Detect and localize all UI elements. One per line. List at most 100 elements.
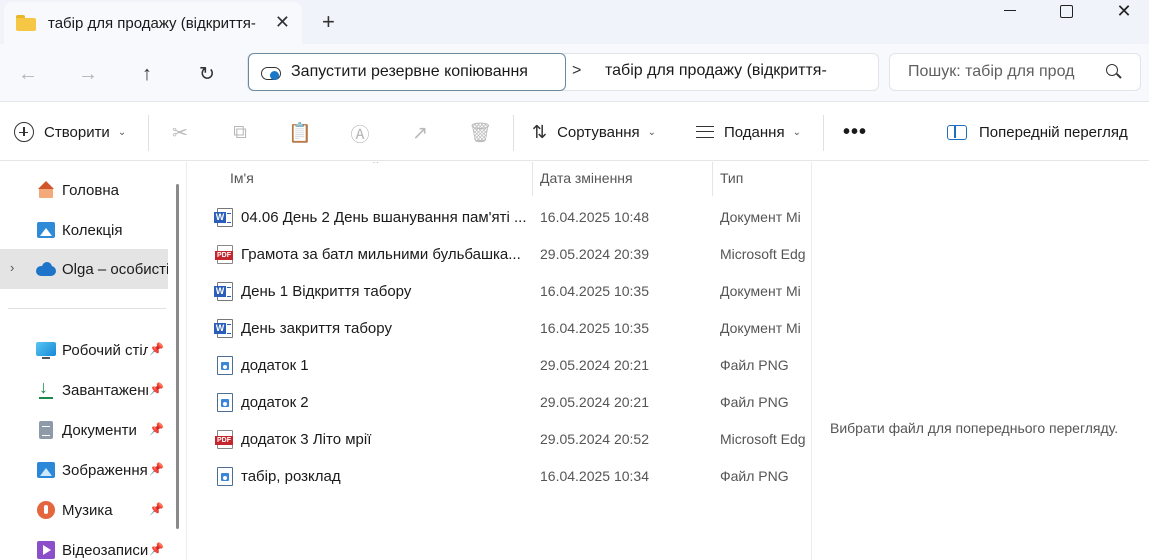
sidebar-item-onedrive[interactable]: › Olga – особисті: [0, 249, 168, 289]
file-row[interactable]: додаток 2 29.05.2024 20:21 Файл PNG: [208, 384, 810, 421]
sidebar-scrollbar[interactable]: [176, 184, 179, 529]
copy-icon[interactable]: ⧉: [229, 122, 251, 144]
search-box[interactable]: [889, 53, 1141, 91]
sidebar-item-music[interactable]: Музика 📌: [0, 490, 168, 530]
word-document-icon: [214, 282, 233, 301]
address-bar[interactable]: Запустити резервне копіювання > табір дл…: [247, 53, 879, 91]
paste-icon[interactable]: 📋: [288, 122, 312, 144]
gallery-icon: [36, 220, 56, 240]
column-header-date[interactable]: Дата змінення: [540, 162, 633, 194]
sidebar-item-home[interactable]: Головна: [0, 170, 168, 210]
new-tab-button[interactable]: +: [322, 9, 335, 35]
cloud-backup-icon: [261, 62, 281, 82]
documents-icon: [36, 420, 56, 440]
file-type: Файл PNG: [720, 394, 789, 410]
sidebar-item-label: Головна: [62, 181, 119, 199]
file-row[interactable]: додаток 1 29.05.2024 20:21 Файл PNG: [208, 347, 810, 384]
maximize-button[interactable]: [1036, 0, 1096, 22]
file-type: Файл PNG: [720, 357, 789, 373]
plus-circle-icon: [14, 122, 34, 142]
more-icon: •••: [843, 120, 868, 143]
sidebar-item-videos[interactable]: Відеозаписи 📌: [0, 530, 168, 560]
column-header-name[interactable]: Ім'я: [230, 162, 254, 194]
pin-icon: 📌: [149, 342, 164, 356]
preview-pane-icon: [947, 124, 967, 140]
sidebar-item-downloads[interactable]: Завантаження 📌: [0, 370, 168, 410]
file-date: 16.04.2025 10:35: [540, 283, 649, 299]
home-icon: [36, 180, 56, 200]
image-file-icon: [217, 393, 233, 412]
breadcrumb-current-folder[interactable]: табір для продажу (відкриття-: [605, 62, 875, 80]
videos-icon: [36, 540, 56, 560]
view-lines-icon: [696, 126, 714, 138]
sidebar-item-label: Olga – особисті: [62, 260, 168, 278]
sidebar-item-documents[interactable]: Документи 📌: [0, 410, 168, 450]
toolbar-divider: [148, 115, 149, 151]
sidebar-item-label: Робочий стіл: [62, 341, 148, 359]
up-arrow-icon[interactable]: ↑: [133, 60, 161, 88]
file-date: 29.05.2024 20:21: [540, 357, 649, 373]
preview-placeholder-text: Вибрати файл для попереднього перегляду.: [830, 420, 1119, 436]
breadcrumb-chevron-icon[interactable]: >: [572, 62, 581, 80]
downloads-icon: [36, 377, 56, 400]
sidebar-item-gallery[interactable]: Колекція: [0, 210, 168, 250]
file-row[interactable]: Грамота за батл мильними бульбашка... 29…: [208, 236, 810, 273]
delete-icon[interactable]: 🗑: [468, 122, 492, 144]
chevron-right-icon[interactable]: ›: [10, 260, 14, 275]
column-divider[interactable]: [712, 162, 713, 196]
start-backup-label: Запустити резервне копіювання: [291, 63, 528, 80]
back-arrow-icon[interactable]: ←: [14, 60, 42, 88]
file-type: Microsoft Edg: [720, 246, 806, 262]
rename-icon[interactable]: Ⓐ: [349, 122, 371, 146]
chevron-down-icon: ⌄: [647, 126, 657, 138]
chevron-down-icon: ⌄: [792, 126, 801, 138]
preview-pane-button[interactable]: Попередній перегляд: [947, 103, 1128, 161]
sidebar-item-desktop[interactable]: Робочий стіл 📌: [0, 330, 168, 370]
close-window-button[interactable]: ✕: [1094, 0, 1149, 22]
file-row[interactable]: День 1 Відкриття табору 16.04.2025 10:35…: [208, 273, 810, 310]
new-item-button[interactable]: Створити ⌄: [14, 103, 126, 161]
sort-label: Сортування: [557, 123, 640, 141]
image-file-icon: [217, 467, 233, 486]
minimize-button[interactable]: [980, 0, 1040, 22]
pin-icon: 📌: [149, 422, 164, 436]
tab-current-folder[interactable]: табір для продажу (відкриття- ✕: [4, 2, 302, 44]
sidebar-item-label: Колекція: [62, 221, 123, 239]
sidebar-item-label: Завантаження: [62, 381, 148, 399]
search-input[interactable]: [908, 63, 1098, 81]
file-row[interactable]: табір, розклад 16.04.2025 10:34 Файл PNG: [208, 458, 810, 495]
pdf-file-icon: [215, 245, 233, 264]
refresh-icon[interactable]: ↻: [193, 60, 221, 88]
word-document-icon: [214, 319, 233, 338]
view-button[interactable]: Подання ⌄: [696, 103, 801, 161]
file-name: додаток 1: [241, 357, 309, 374]
forward-arrow-icon[interactable]: →: [74, 60, 102, 88]
file-name: додаток 2: [241, 394, 309, 411]
pdf-file-icon: [215, 430, 233, 449]
image-file-icon: [217, 356, 233, 375]
tab-close-button[interactable]: ✕: [275, 12, 290, 33]
sidebar-item-pictures[interactable]: Зображення 📌: [0, 450, 168, 490]
sort-button[interactable]: ⇅ Сортування ⌄: [532, 103, 656, 161]
file-row[interactable]: додаток 3 Літо мрії 29.05.2024 20:52 Mic…: [208, 421, 810, 458]
file-row[interactable]: 04.06 День 2 День вшанування пам'яті ...…: [208, 199, 810, 236]
file-type: Документ Mi: [720, 283, 801, 299]
tab-title: табір для продажу (відкриття-: [48, 14, 256, 32]
file-date: 29.05.2024 20:21: [540, 394, 649, 410]
file-type: Документ Mi: [720, 320, 801, 336]
search-icon[interactable]: [1106, 64, 1122, 80]
more-options-button[interactable]: •••: [843, 103, 867, 161]
sort-ascending-icon: ⌃: [371, 162, 381, 171]
column-header-type[interactable]: Тип: [720, 162, 743, 194]
sort-icon: ⇅: [532, 121, 548, 142]
file-date: 29.05.2024 20:52: [540, 431, 649, 447]
start-backup-button[interactable]: Запустити резервне копіювання: [248, 53, 566, 91]
file-name: День 1 Відкриття табору: [241, 283, 412, 300]
pin-icon: 📌: [149, 462, 164, 476]
file-name: 04.06 День 2 День вшанування пам'яті ...: [241, 209, 526, 226]
file-row[interactable]: День закриття табору 16.04.2025 10:35 До…: [208, 310, 810, 347]
column-divider[interactable]: [532, 162, 533, 196]
share-icon[interactable]: ↗: [409, 122, 431, 144]
file-name: Грамота за батл мильними бульбашка...: [241, 246, 521, 263]
cut-icon[interactable]: ✂: [169, 122, 191, 144]
